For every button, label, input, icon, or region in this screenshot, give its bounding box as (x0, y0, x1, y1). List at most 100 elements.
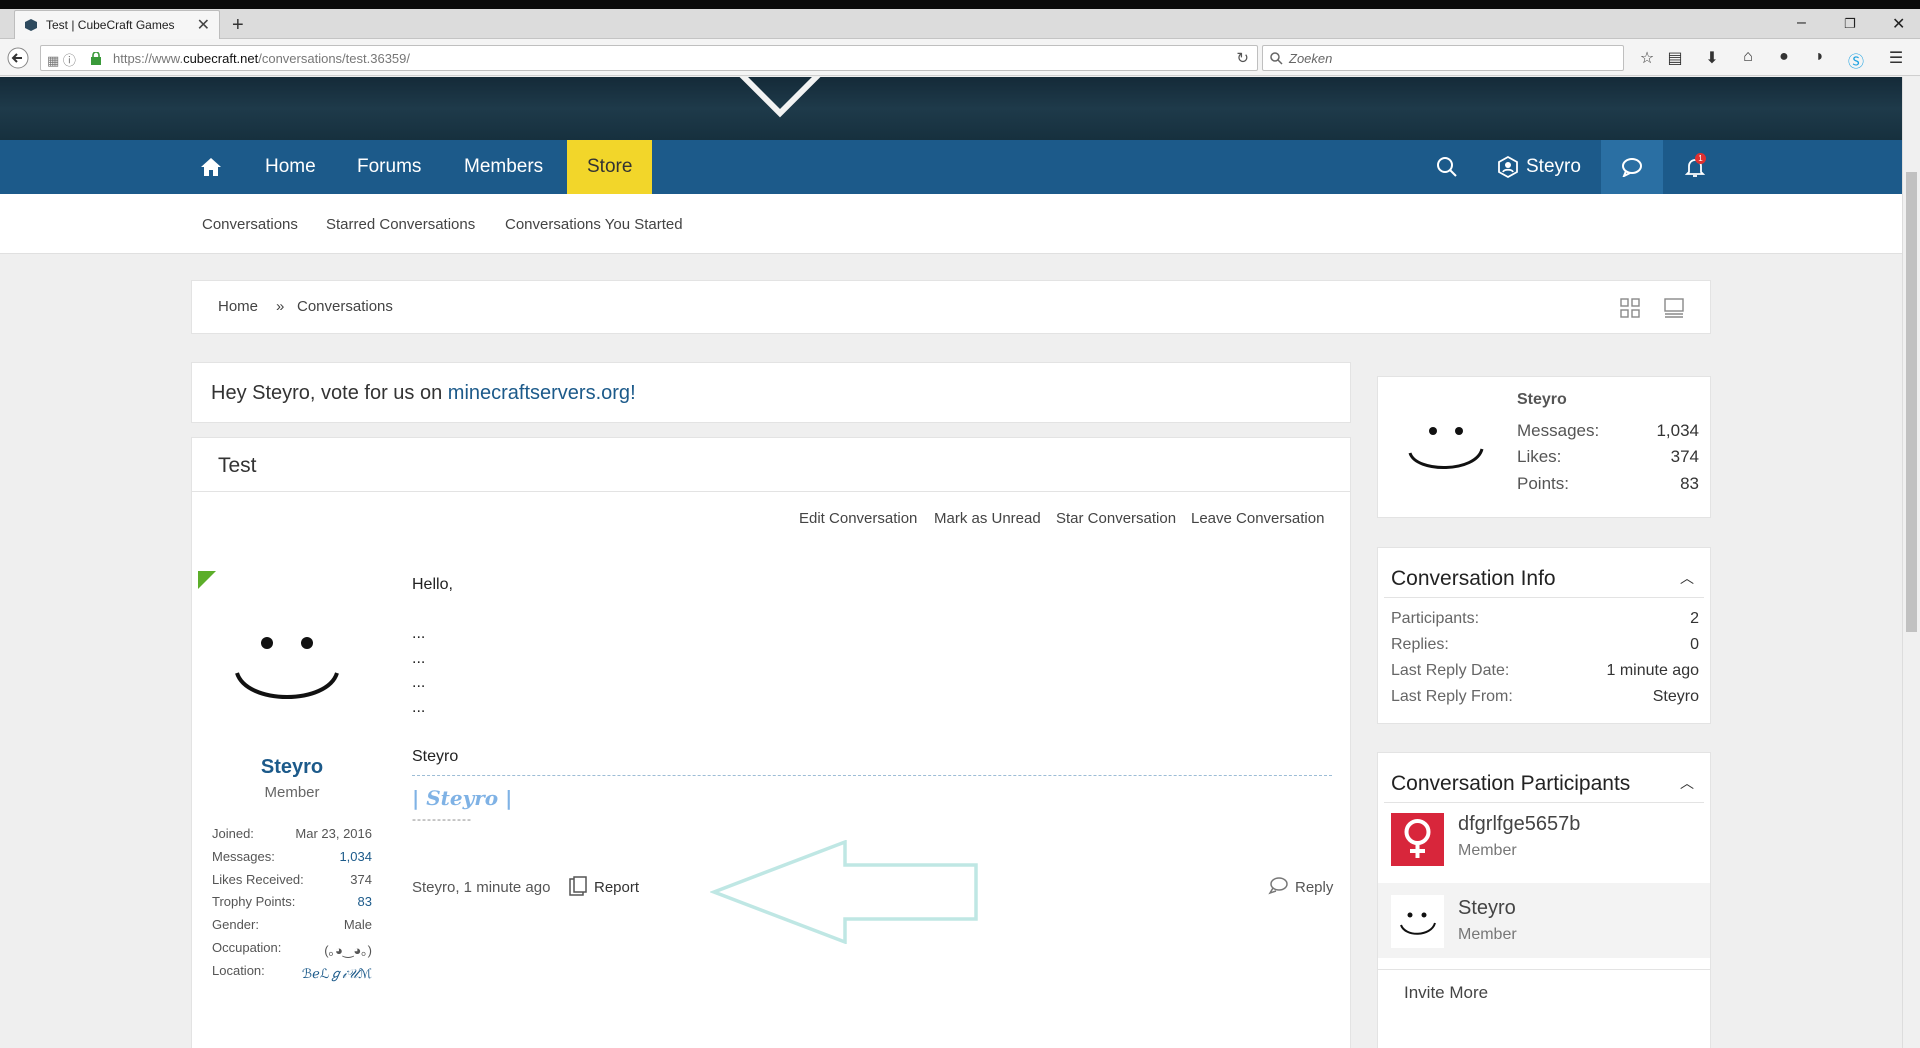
edit-conversation-link[interactable]: Edit Conversation (799, 510, 917, 527)
conversation-info-panel: Conversation Info ︿ Participants: 2 Repli… (1377, 547, 1711, 724)
subnav-starred-conversations[interactable]: Starred Conversations (326, 216, 475, 233)
stat-location[interactable]: ℬℯℒℊ𝒾𝒰ℳ (302, 963, 372, 982)
profile-likes: 374 (1670, 447, 1699, 466)
vote-link-suffix[interactable]: ! (630, 382, 636, 404)
stat-label: Trophy Points: (212, 894, 296, 910)
nav-members[interactable]: Members (464, 140, 543, 194)
message-line: ... (412, 674, 426, 691)
breadcrumb-home[interactable]: Home (218, 298, 258, 315)
page-scrollbar[interactable] (1902, 77, 1920, 1048)
profile-messages: 1,034 (1656, 421, 1699, 440)
chat-bubble-icon (1622, 158, 1642, 177)
participant-avatar[interactable] (1391, 895, 1444, 948)
conversation-info-header[interactable]: Conversation Info ︿ (1384, 558, 1704, 598)
reload-icon[interactable]: ↻ (1236, 49, 1249, 67)
browser-tab[interactable]: Test | CubeCraft Games ✕ (14, 10, 220, 39)
leave-conversation-link[interactable]: Leave Conversation (1191, 510, 1324, 527)
subnav-conversations[interactable]: Conversations (202, 216, 298, 233)
cubecraft-logo[interactable] (737, 77, 823, 118)
vote-link[interactable]: minecraftservers.org (448, 382, 630, 404)
browser-nav-bar: ▦ ⓘ https://www.cubecraft.net/conversati… (0, 39, 1920, 76)
info-participants: 2 (1690, 610, 1699, 627)
info-label: Participants: (1391, 610, 1480, 627)
message-body: Hello, ... ... ... ... Steyro (412, 573, 458, 769)
nav-store[interactable]: Store (567, 140, 653, 194)
annotation-arrow (710, 840, 978, 944)
reading-list-icon[interactable]: ▤ (1665, 48, 1685, 68)
site-info-icon[interactable]: ▦ ⓘ (47, 50, 76, 69)
profile-stat-label: Messages: (1517, 421, 1600, 440)
download-icon[interactable]: ⬇ (1702, 48, 1722, 68)
participants-header[interactable]: Conversation Participants ︿ (1384, 763, 1704, 803)
scrollbar-thumb[interactable] (1906, 172, 1917, 632)
grid-view-icon[interactable] (1620, 298, 1640, 318)
participant-avatar[interactable] (1391, 813, 1444, 866)
search-icon[interactable] (1436, 156, 1458, 178)
skype-icon[interactable]: Ⓢ (1846, 48, 1866, 71)
visitor-name[interactable]: Steyro (1517, 391, 1567, 409)
signature-line: ------------ (412, 812, 472, 826)
cubecraft-favicon-icon (25, 19, 37, 31)
restore-icon[interactable]: ❐ (1844, 16, 1856, 32)
list-view-icon[interactable] (1664, 298, 1684, 318)
stat-label: Location: (212, 962, 265, 978)
home-icon[interactable] (200, 157, 222, 177)
stat-trophy-points[interactable]: 83 (358, 894, 372, 909)
reply-link[interactable]: Reply (1295, 879, 1333, 896)
participant-name[interactable]: dfgrlfge5657b (1458, 813, 1580, 836)
url-bar[interactable]: ▦ ⓘ https://www.cubecraft.net/conversati… (40, 45, 1258, 71)
home-icon[interactable]: ⌂ (1738, 48, 1758, 68)
visitor-avatar[interactable] (1406, 425, 1486, 475)
lock-icon (91, 52, 101, 65)
collapse-icon[interactable]: ︿ (1680, 568, 1694, 588)
info-label: Replies: (1391, 636, 1449, 653)
minimize-icon[interactable]: – (1797, 14, 1806, 32)
nav-home[interactable]: Home (265, 140, 316, 194)
breadcrumb-separator: » (276, 298, 285, 315)
back-icon[interactable] (7, 47, 29, 69)
stat-occupation: (｡◕‿◕｡) (324, 942, 372, 958)
info-last-reply-from[interactable]: Steyro (1653, 688, 1699, 706)
collapse-icon[interactable]: ︿ (1680, 773, 1694, 793)
invite-more-link[interactable]: Invite More (1404, 983, 1488, 1003)
bookmark-star-icon[interactable]: ☆ (1637, 48, 1657, 68)
close-window-icon[interactable]: ✕ (1892, 14, 1905, 34)
stat-label: Joined: (212, 826, 254, 841)
nav-user[interactable]: Steyro (1526, 140, 1581, 194)
stat-label: Likes Received: (212, 871, 304, 887)
stat-messages[interactable]: 1,034 (339, 849, 372, 864)
site-banner (0, 77, 1902, 140)
nav-forums[interactable]: Forums (357, 140, 421, 194)
stat-label: Gender: (212, 917, 259, 933)
main-navigation: Home Forums Members Store Steyro 1 (0, 140, 1902, 194)
conversations-subnav: Conversations Starred Conversations Conv… (0, 194, 1902, 254)
participant-role: Member (1458, 842, 1517, 859)
participant-name[interactable]: Steyro (1458, 897, 1516, 920)
browser-search-box[interactable]: Zoeken (1262, 45, 1624, 71)
close-tab-icon[interactable]: ✕ (197, 15, 210, 35)
subnav-conversations-you-started[interactable]: Conversations You Started (505, 216, 683, 233)
author-avatar[interactable] (232, 623, 342, 713)
breadcrumb: Home » Conversations (191, 280, 1711, 334)
breadcrumb-conversations[interactable]: Conversations (297, 298, 393, 315)
pocket-icon[interactable]: ◗ (1810, 48, 1830, 68)
conversation-header: Test (192, 438, 1350, 492)
stat-joined: Mar 23, 2016 (295, 826, 372, 841)
signature-separator (412, 775, 1332, 776)
profile-points: 83 (1680, 474, 1699, 493)
new-tab-icon[interactable]: + (232, 14, 244, 37)
author-name[interactable]: Steyro (192, 756, 392, 779)
search-placeholder: Zoeken (1289, 51, 1333, 66)
author-stats: Joined: Mar 23, 2016 Messages: 1,034 Likes… (212, 826, 372, 986)
tab-title: Test | CubeCraft Games (46, 18, 175, 32)
mark-as-unread-link[interactable]: Mark as Unread (934, 510, 1041, 527)
chat-icon[interactable]: ● (1774, 48, 1794, 68)
menu-icon[interactable]: ☰ (1886, 48, 1906, 68)
divider (1378, 969, 1710, 970)
report-link[interactable]: Report (594, 879, 639, 896)
message-line: Steyro (412, 747, 459, 765)
message-byline[interactable]: Steyro, 1 minute ago (412, 879, 550, 896)
conversations-nav-button[interactable] (1601, 140, 1663, 194)
message-line: ... (412, 698, 426, 716)
star-conversation-link[interactable]: Star Conversation (1056, 510, 1176, 527)
